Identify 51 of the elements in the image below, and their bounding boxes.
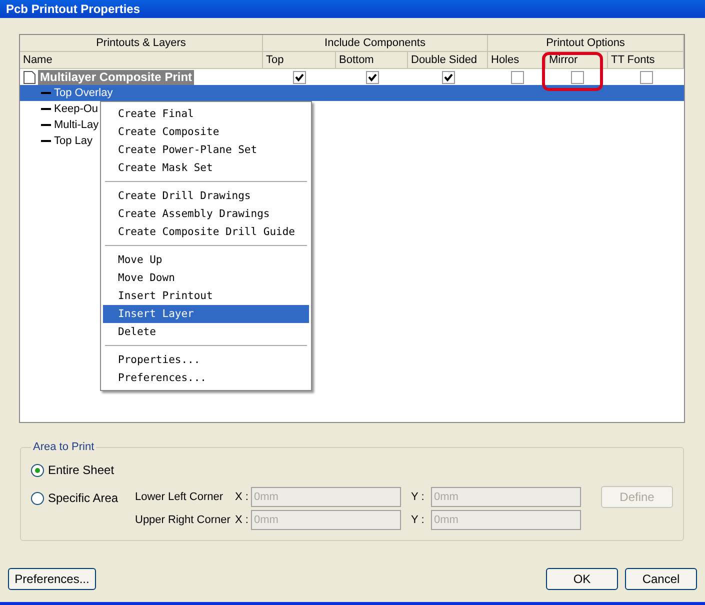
menu-item[interactable]: Insert Printout [103,287,309,305]
radio-option[interactable]: Entire Sheet [31,463,114,477]
column-header[interactable]: Bottom [336,52,408,69]
checkbox[interactable] [442,70,454,84]
window-title: Pcb Printout Properties [6,2,140,16]
menu-item[interactable]: Create Composite [103,123,309,141]
checkbox[interactable] [640,70,652,84]
field-label: Y : [411,514,426,526]
menu-item[interactable]: Move Down [103,269,309,287]
checkbox[interactable] [570,70,584,84]
group-header: Printouts & Layers [20,35,263,52]
column-header[interactable]: Holes [488,52,546,69]
layer-name[interactable]: Top Overlay [54,86,113,100]
column-header[interactable]: TT Fonts [608,52,684,69]
layer-name[interactable]: Keep-Ou [54,102,98,116]
field-label: Y : [411,491,426,503]
field-label: Lower Left Corner [135,491,224,503]
checkbox[interactable] [293,70,306,84]
menu-item[interactable]: Create Mask Set [103,159,309,177]
column-header[interactable]: Double Sided [408,52,488,69]
field-label: X : [235,491,250,503]
highlight-ring [542,52,603,91]
menu-item[interactable]: Create Power-Plane Set [103,141,309,159]
checkbox[interactable] [510,70,524,84]
menu-item[interactable]: Preferences... [103,369,309,387]
menu-item[interactable]: Create Assembly Drawings [103,205,309,223]
column-header[interactable]: Top [263,52,336,69]
column-header[interactable]: Name [20,52,263,69]
menu-item[interactable]: Properties... [103,351,309,369]
radio-option[interactable]: Specific Area [31,487,135,509]
layer-name[interactable]: Multi-Lay [54,118,99,132]
printout-name[interactable]: Multilayer Composite Print [38,70,194,84]
menu-item[interactable]: Create Final [103,105,309,123]
group-header: Printout Options [488,35,684,52]
group-header: Include Components [263,35,488,52]
menu-item[interactable]: Insert Layer [103,305,309,323]
preferences-button[interactable]: Preferences... [8,568,96,590]
cancel-button[interactable]: Cancel [625,568,697,590]
group-title: Area to Print [32,441,96,453]
radio-button[interactable] [31,464,44,476]
menu-item[interactable]: Delete [103,323,309,341]
field-label: Upper Right Corner [135,514,232,526]
menu-item[interactable]: Move Up [103,251,309,269]
ok-button[interactable]: OK [546,568,618,590]
menu-item[interactable]: Create Drill Drawings [103,187,309,205]
radio-button[interactable] [31,492,44,504]
selected-row[interactable]: Top Overlay [20,85,684,101]
menu-item[interactable]: Create Composite Drill Guide [103,223,309,241]
checkbox[interactable] [366,70,378,84]
field-label: X : [235,514,250,526]
layer-name[interactable]: Top Lay [54,134,93,148]
